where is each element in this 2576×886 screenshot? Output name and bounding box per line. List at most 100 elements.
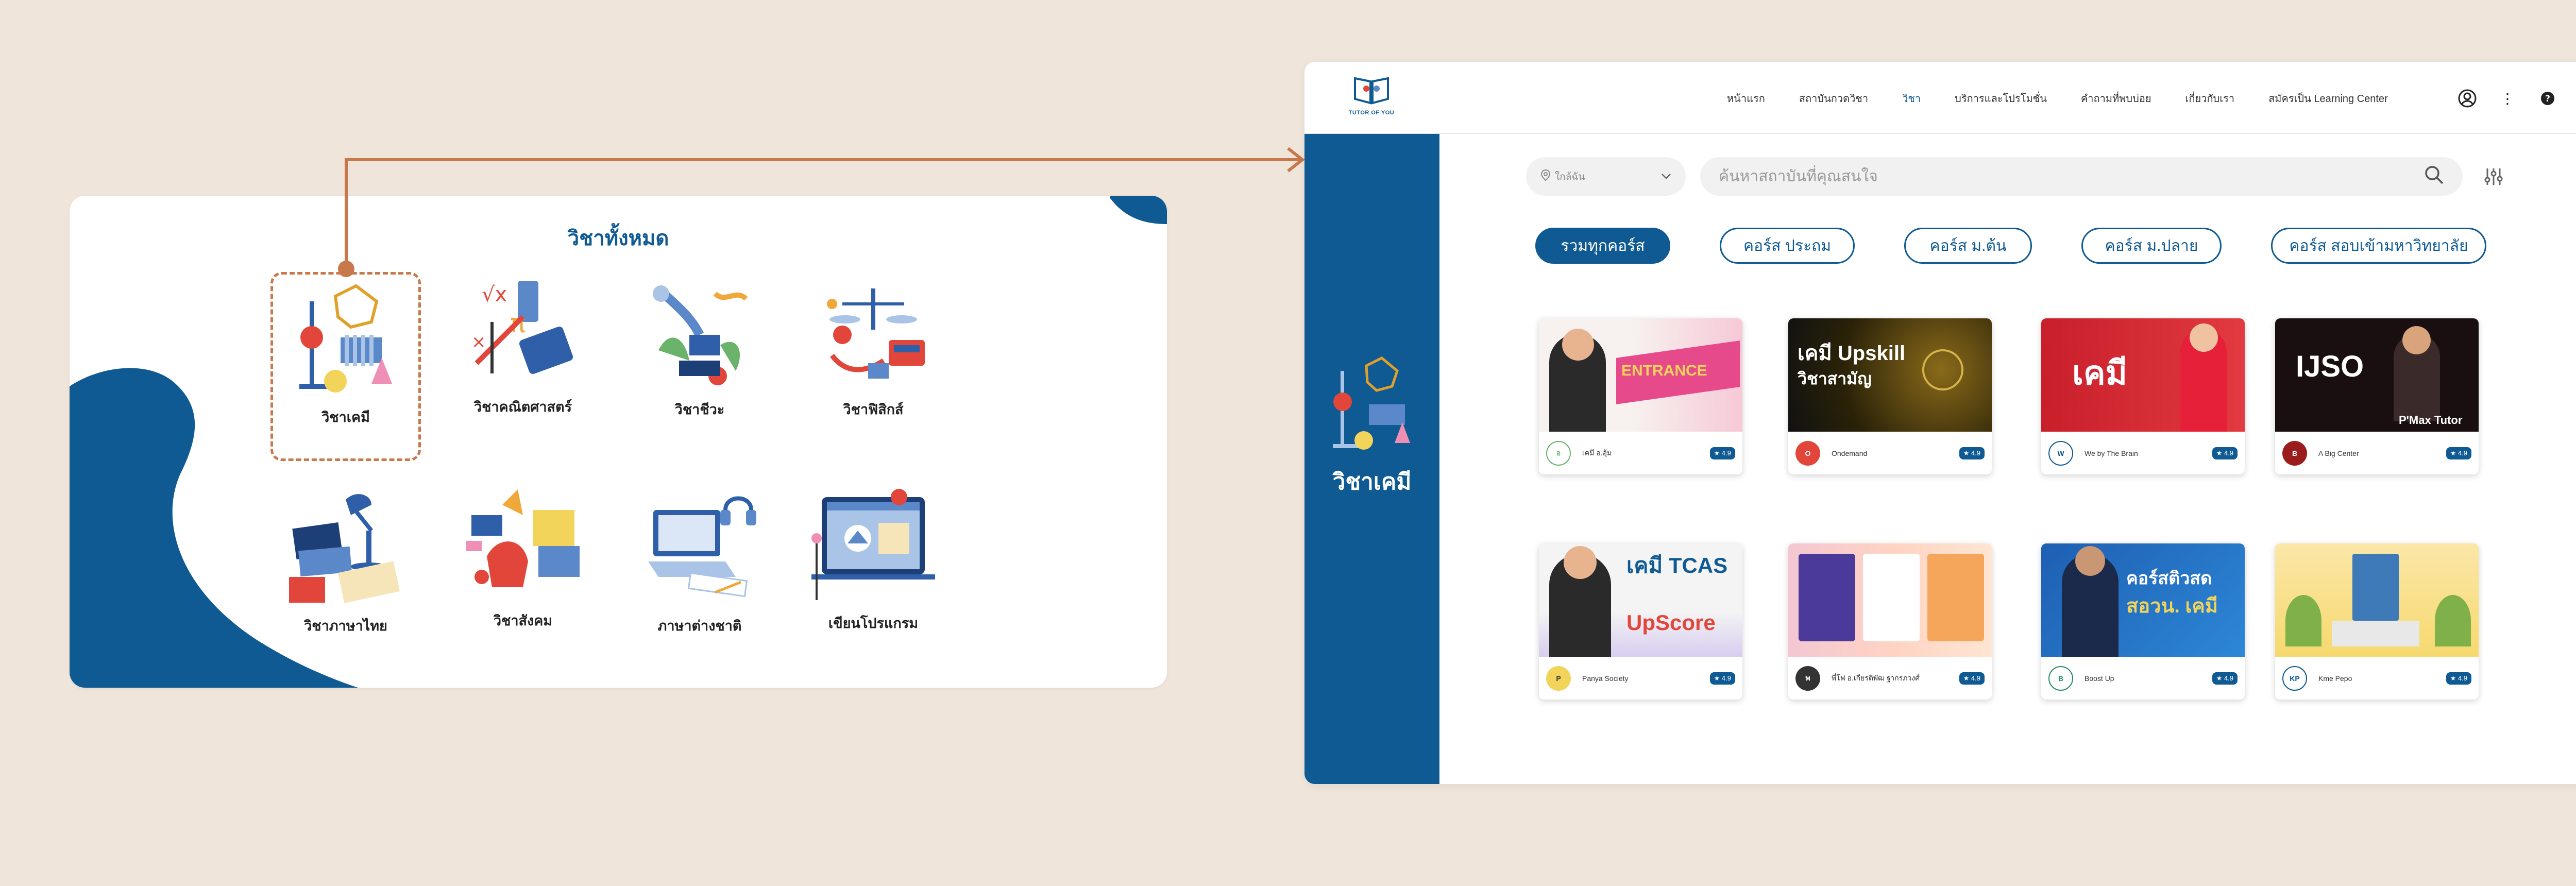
logo-text: TUTOR OF YOU bbox=[1348, 110, 1395, 116]
nav-faq[interactable]: คำถามที่พบบ่อย bbox=[2081, 90, 2151, 107]
course-thumbnail: เคมี Upskill วิชาสามัญ bbox=[1788, 318, 1992, 432]
course-thumbnail bbox=[1788, 543, 1992, 657]
provider-avatar: B bbox=[2048, 666, 2073, 691]
location-value: ใกล้ฉัน bbox=[1555, 171, 1585, 182]
subject-thai[interactable]: วิชาภาษาไทย bbox=[274, 489, 418, 637]
tab-university-entrance[interactable]: คอร์ส สอบเข้ามหาวิทยาลัย bbox=[2271, 228, 2486, 264]
category-tabs: รวมทุกคอร์ส คอร์ส ประถม คอร์ส ม.ต้น คอร์… bbox=[1535, 228, 2486, 264]
decorative-corner bbox=[1110, 196, 1167, 224]
thumbnail-subtitle: P'Max Tutor bbox=[2399, 414, 2463, 427]
foreign-language-icon bbox=[648, 496, 756, 598]
filter-row: ใกล้ฉัน ค้นหาสถาบันที่คุณสนใจ bbox=[1526, 157, 2504, 196]
book-logo-icon bbox=[1354, 77, 1389, 105]
help-icon[interactable]: ? bbox=[2538, 89, 2557, 108]
programming-icon bbox=[811, 489, 935, 600]
biology-icon bbox=[653, 285, 748, 385]
tab-lower-secondary[interactable]: คอร์ส ม.ต้น bbox=[1904, 228, 2032, 264]
thai-language-icon bbox=[289, 494, 400, 603]
course-card[interactable]: IJSO P'Max Tutor B A Big Center ★ 4.9 bbox=[2275, 318, 2479, 474]
thumbnail-title: เคมี Upskill bbox=[1798, 342, 1906, 365]
provider-name: We by The Brain bbox=[2084, 449, 2138, 457]
provider-avatar: อ bbox=[1546, 440, 1571, 466]
location-select[interactable]: ใกล้ฉัน bbox=[1526, 157, 1686, 196]
subject-math[interactable]: √x π × วิชาคณิตศาสตร์ bbox=[451, 270, 595, 418]
course-card[interactable]: KP Kme Pepo ★ 4.9 bbox=[2275, 543, 2479, 700]
social-studies-icon bbox=[466, 489, 580, 587]
tab-primary[interactable]: คอร์ส ประถม bbox=[1720, 228, 1855, 264]
thumbnail-title: คอร์สติวสด bbox=[2126, 569, 2212, 588]
thumbnail-subtitle: วิชาสามัญ bbox=[1798, 369, 1872, 388]
course-meta: B A Big Center ★ 4.9 bbox=[2275, 432, 2479, 474]
nav-home[interactable]: หน้าแรก bbox=[1727, 90, 1765, 107]
subject-label: วิชาเคมี bbox=[321, 410, 370, 425]
course-thumbnail: เคมี TCAS UpScore bbox=[1539, 543, 1742, 657]
math-icon: √x π × bbox=[471, 281, 573, 374]
nav-about[interactable]: เกี่ยวกับเรา bbox=[2185, 90, 2235, 107]
nav-register-center[interactable]: สมัครเป็น Learning Center bbox=[2268, 90, 2388, 107]
course-thumbnail: เคมี bbox=[2041, 318, 2245, 432]
search-placeholder: ค้นหาสถาบันที่คุณสนใจ bbox=[1719, 168, 1878, 185]
course-meta: อ เคมี อ.อุ้ม ★ 4.9 bbox=[1539, 432, 1742, 474]
chemistry-icon bbox=[299, 284, 392, 393]
thumbnail-subtitle: สอวน. เคมี bbox=[2126, 595, 2218, 617]
rating-badge: ★ 4.9 bbox=[1709, 672, 1735, 685]
nav-services[interactable]: บริการและโปรโมชั่น bbox=[1955, 90, 2047, 107]
provider-name: A Big Center bbox=[2318, 449, 2359, 457]
provider-avatar: P bbox=[1546, 666, 1571, 691]
course-card[interactable]: เคมี Upskill วิชาสามัญ O Ondemand ★ 4.9 bbox=[1788, 318, 1992, 474]
course-card[interactable]: เคมี TCAS UpScore P Panya Society ★ 4.9 bbox=[1539, 543, 1742, 700]
course-thumbnail bbox=[2275, 543, 2479, 657]
search-input[interactable]: ค้นหาสถาบันที่คุณสนใจ bbox=[1700, 157, 2463, 196]
nav-subjects[interactable]: วิชา bbox=[1902, 90, 1921, 107]
nav-institutes[interactable]: สถาบันกวดวิชา bbox=[1799, 90, 1868, 107]
course-card[interactable]: พ พี่โฟ อ.เกียรติพัฒ ฐากรภวงศ์ ★ 4.9 bbox=[1788, 543, 1992, 700]
subject-foreign-language[interactable]: ภาษาต่างชาติ bbox=[628, 489, 772, 637]
course-thumbnail: คอร์สติวสด สอวน. เคมี bbox=[2041, 543, 2245, 657]
subject-sidebar: วิชาเคมี bbox=[1304, 134, 1439, 784]
subjects-panel: วิชาทั้งหมด วิชาเคมี √x × วิชาคณิตศาสตร์… bbox=[70, 196, 1167, 688]
physics-icon bbox=[827, 288, 925, 379]
course-card[interactable]: ENTRANCE อ เคมี อ.อุ้ม ★ 4.9 bbox=[1539, 318, 1742, 474]
rating-badge: ★ 4.9 bbox=[2446, 672, 2471, 685]
top-nav-bar: TUTOR OF YOU หน้าแรก สถาบันกวดวิชา วิชา … bbox=[1304, 62, 2576, 134]
user-icon[interactable] bbox=[2458, 89, 2477, 108]
subject-chemistry[interactable]: วิชาเคมี bbox=[274, 281, 418, 428]
course-meta: O Ondemand ★ 4.9 bbox=[1788, 432, 1992, 474]
rating-badge: ★ 4.9 bbox=[2212, 447, 2238, 459]
filter-settings-icon[interactable] bbox=[2483, 166, 2504, 187]
course-card[interactable]: เคมี W We by The Brain ★ 4.9 bbox=[2041, 318, 2245, 474]
main-nav: หน้าแรก สถาบันกวดวิชา วิชา บริการและโปรโ… bbox=[1727, 90, 2422, 107]
search-icon[interactable] bbox=[2424, 164, 2444, 189]
provider-name: Kme Pepo bbox=[2318, 674, 2352, 683]
canvas: วิชาทั้งหมด วิชาเคมี √x × วิชาคณิตศาสตร์… bbox=[0, 0, 2576, 886]
subject-physics[interactable]: วิชาฟิสิกส์ bbox=[801, 273, 945, 420]
course-meta: พ พี่โฟ อ.เกียรติพัฒ ฐากรภวงศ์ ★ 4.9 bbox=[1788, 657, 1992, 700]
tab-upper-secondary[interactable]: คอร์ส ม.ปลาย bbox=[2081, 228, 2222, 264]
subject-programming[interactable]: เขียนโปรแกรม bbox=[801, 487, 945, 634]
subject-label: เขียนโปรแกรม bbox=[828, 616, 919, 631]
svg-text:×: × bbox=[471, 332, 486, 352]
thumbnail-title: เคมี TCAS bbox=[1626, 553, 1728, 577]
course-thumbnail: IJSO P'Max Tutor bbox=[2275, 318, 2479, 432]
chevron-down-icon bbox=[1661, 171, 1671, 182]
thumbnail-title: IJSO bbox=[2296, 350, 2364, 383]
course-meta: KP Kme Pepo ★ 4.9 bbox=[2275, 657, 2479, 700]
thumbnail-title: ENTRANCE bbox=[1621, 362, 1707, 379]
header-icons: ⋮ ? bbox=[2458, 89, 2557, 108]
thumbnail-title: เคมี bbox=[2072, 354, 2127, 391]
subject-label: วิชาชีวะ bbox=[674, 402, 725, 417]
rating-badge: ★ 4.9 bbox=[2446, 447, 2471, 459]
course-meta: B Boost Up ★ 4.9 bbox=[2041, 657, 2245, 700]
subject-label: วิชาสังคม bbox=[493, 613, 553, 628]
rating-badge: ★ 4.9 bbox=[1959, 447, 1985, 459]
provider-name: พี่โฟ อ.เกียรติพัฒ ฐากรภวงศ์ bbox=[1832, 673, 1920, 682]
course-card[interactable]: คอร์สติวสด สอวน. เคมี B Boost Up ★ 4.9 bbox=[2041, 543, 2245, 700]
subject-biology[interactable]: วิชาชีวะ bbox=[628, 273, 772, 420]
subject-label: วิชาภาษาไทย bbox=[304, 618, 387, 634]
subject-label: วิชาคณิตศาสตร์ bbox=[473, 399, 572, 415]
logo[interactable]: TUTOR OF YOU bbox=[1346, 73, 1397, 116]
subject-social[interactable]: วิชาสังคม bbox=[451, 484, 595, 632]
more-icon[interactable]: ⋮ bbox=[2498, 89, 2517, 108]
course-meta: P Panya Society ★ 4.9 bbox=[1539, 657, 1742, 700]
tab-all-courses[interactable]: รวมทุกคอร์ส bbox=[1535, 228, 1670, 264]
